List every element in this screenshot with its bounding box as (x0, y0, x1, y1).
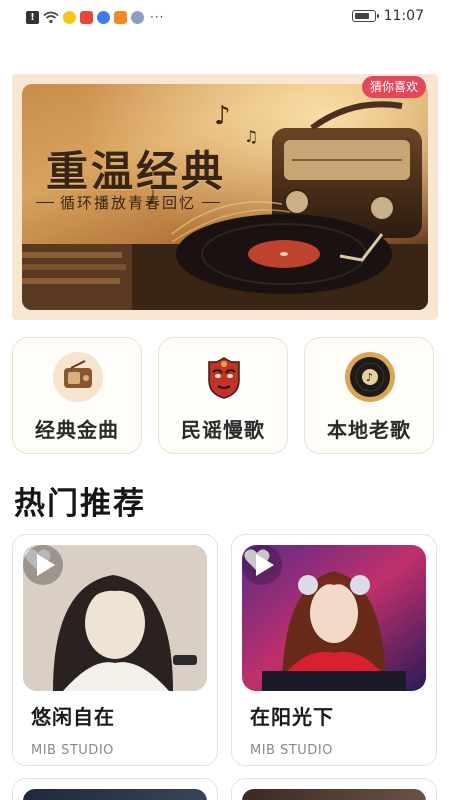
play-icon[interactable] (242, 545, 282, 585)
avatar-icon (131, 10, 144, 24)
banner-subtitle-text: 循环播放青春回忆 (60, 194, 197, 212)
svg-text:♪: ♪ (366, 371, 373, 384)
play-icon[interactable] (23, 545, 63, 585)
status-bar: ! ··· 11:07 (0, 0, 450, 34)
category-local-oldies[interactable]: ♪ 本地老歌 (304, 337, 434, 454)
song-artist: MIB STUDIO (250, 743, 333, 758)
alert-icon: ! (26, 10, 39, 24)
song-card[interactable] (231, 778, 437, 800)
song-artist: MIB STUDIO (31, 743, 114, 758)
battery-icon (351, 10, 379, 22)
song-title: 在阳光下 (250, 705, 334, 729)
category-label: 本地老歌 (327, 418, 411, 442)
banner-carousel[interactable]: ♪ ♫ ♩ 重温经典 循环播放青春回忆 猜你喜欢 (12, 74, 438, 320)
clock: 11:07 (383, 8, 424, 24)
song-cover[interactable] (242, 789, 426, 800)
app-orange-icon (114, 10, 127, 24)
song-card[interactable]: 在阳光下 MIB STUDIO (231, 534, 437, 766)
song-card[interactable]: 悠闲自在 MIB STUDIO (12, 534, 218, 766)
svg-text:♪: ♪ (214, 101, 231, 131)
song-cover[interactable] (23, 545, 207, 691)
divider (202, 202, 221, 203)
category-label: 民谣慢歌 (181, 418, 265, 442)
song-card[interactable] (12, 778, 218, 800)
divider (36, 202, 54, 203)
song-title: 悠闲自在 (31, 705, 115, 729)
category-grid: 经典金曲 民谣慢歌 ♪ 本地老歌 (12, 337, 438, 455)
banner-badge: 猜你喜欢 (361, 76, 426, 98)
more-notifications: ··· (150, 10, 165, 24)
svg-text:♫: ♫ (244, 127, 258, 146)
music-icon (97, 10, 110, 24)
category-label: 经典金曲 (35, 418, 119, 442)
song-cover[interactable] (23, 789, 207, 800)
status-icons: ! ··· (26, 10, 164, 24)
section-title: 热门推荐 (14, 486, 146, 522)
banner-subtitle: 循环播放青春回忆 (36, 192, 221, 213)
wifi-icon (43, 11, 59, 23)
radio-icon (53, 352, 103, 402)
app-red-icon (80, 10, 93, 24)
vinyl-record-icon: ♪ (345, 352, 395, 402)
banner-title: 重温经典 (46, 147, 227, 196)
opera-mask-icon (199, 352, 249, 402)
weibo-icon (63, 10, 76, 24)
category-classic-hits[interactable]: 经典金曲 (12, 337, 142, 454)
category-folk-ballads[interactable]: 民谣慢歌 (158, 337, 288, 454)
song-cover[interactable] (242, 545, 426, 691)
